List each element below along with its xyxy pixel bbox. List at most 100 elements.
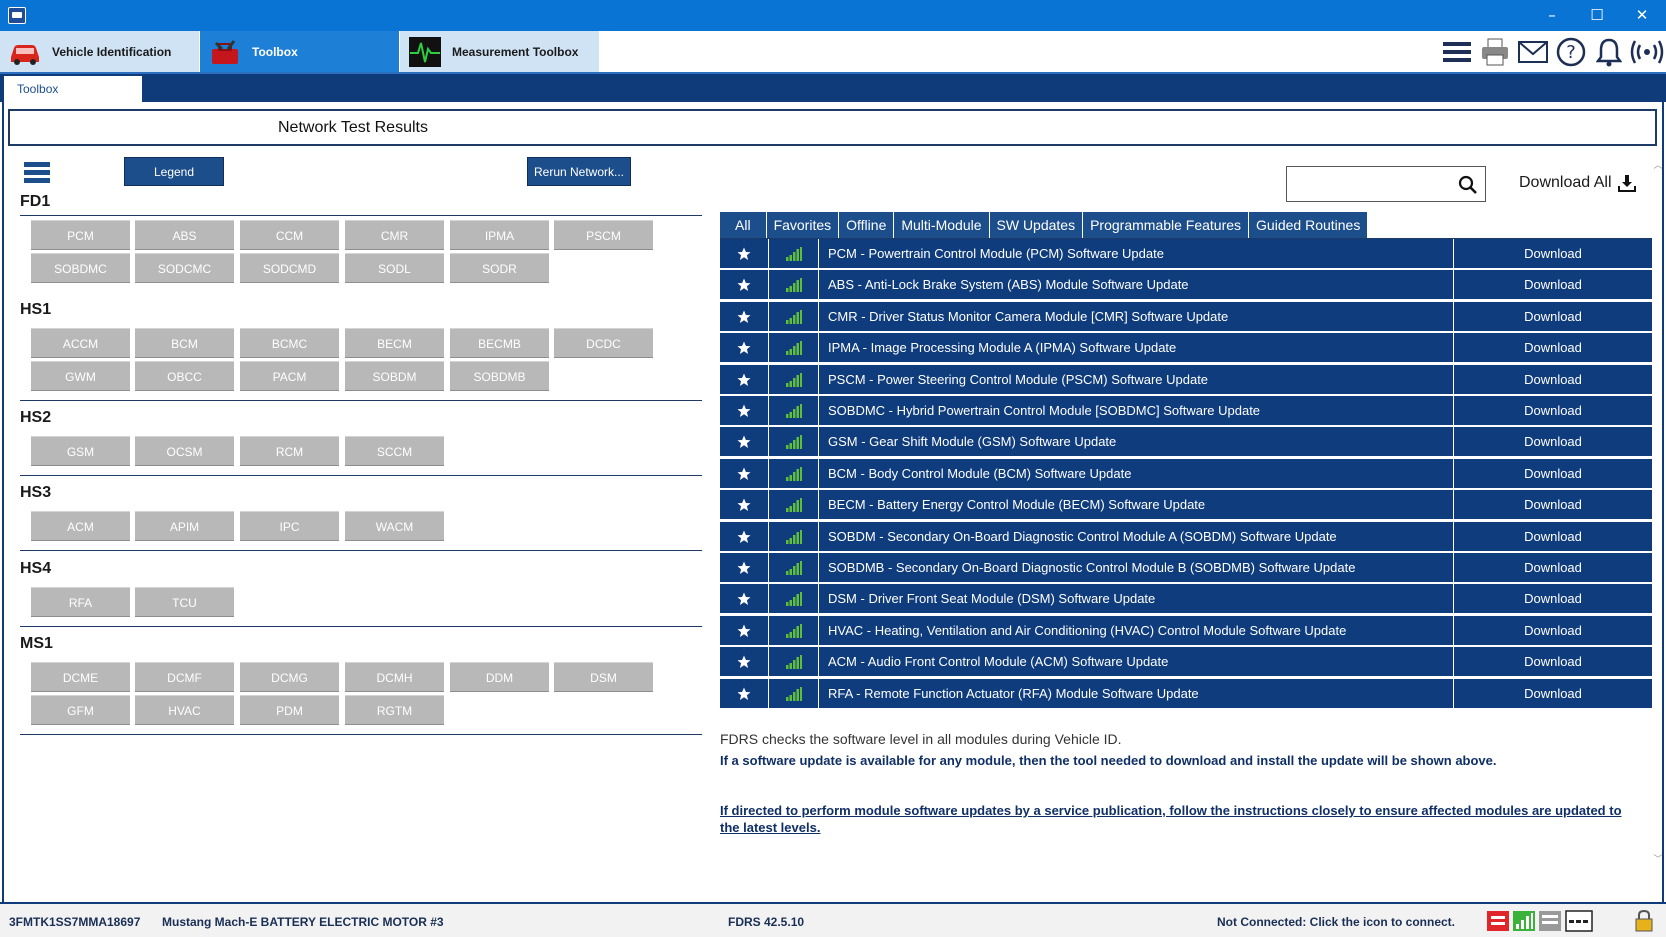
module-button-cmr[interactable]: CMR — [345, 220, 444, 250]
lock-icon[interactable] — [1632, 910, 1656, 932]
legend-button[interactable]: Legend — [124, 157, 224, 186]
module-button-gfm[interactable]: GFM — [31, 695, 130, 725]
module-button-wacm[interactable]: WACM — [345, 511, 444, 541]
module-button-dcme[interactable]: DCME — [31, 662, 130, 692]
update-row[interactable]: SOBDMB - Secondary On-Board Diagnostic C… — [720, 553, 1652, 583]
update-row[interactable]: HVAC - Heating, Ventilation and Air Cond… — [720, 615, 1652, 646]
search-box[interactable] — [1286, 166, 1486, 202]
download-button[interactable]: Download — [1453, 615, 1652, 646]
close-button[interactable]: ✕ — [1619, 0, 1665, 31]
wireless-icon[interactable] — [1628, 31, 1666, 72]
update-row[interactable]: SOBDM - Secondary On-Board Diagnostic Co… — [720, 521, 1652, 552]
favorite-star-icon[interactable] — [720, 647, 769, 678]
module-button-ipma[interactable]: IPMA — [450, 220, 549, 250]
module-button-ocsm[interactable]: OCSM — [135, 436, 234, 466]
update-row[interactable]: CMR - Driver Status Monitor Camera Modul… — [720, 301, 1652, 332]
filter-tab-sw-updates[interactable]: SW Updates — [989, 212, 1084, 238]
favorite-star-icon[interactable] — [720, 584, 769, 615]
printer-icon[interactable] — [1476, 31, 1514, 72]
search-input[interactable] — [1293, 173, 1453, 195]
subtab-toolbox[interactable]: Toolbox — [4, 76, 142, 102]
download-all-button[interactable]: Download All — [1519, 174, 1636, 192]
download-button[interactable]: Download — [1453, 458, 1652, 489]
download-button[interactable]: Download — [1453, 396, 1652, 426]
module-button-sccm[interactable]: SCCM — [345, 436, 444, 466]
rerun-network-button[interactable]: Rerun Network... — [527, 157, 631, 186]
favorite-star-icon[interactable] — [720, 333, 769, 364]
module-button-pscm[interactable]: PSCM — [554, 220, 653, 250]
signal-strength-icon[interactable] — [1512, 910, 1536, 932]
filter-tab-programmable-features[interactable]: Programmable Features — [1083, 212, 1250, 238]
module-button-sodr[interactable]: SODR — [450, 253, 549, 283]
module-button-apim[interactable]: APIM — [135, 511, 234, 541]
filter-tab-multi-module[interactable]: Multi-Module — [894, 212, 990, 238]
download-button[interactable]: Download — [1453, 521, 1652, 552]
favorite-star-icon[interactable] — [720, 396, 769, 426]
minimize-button[interactable]: – — [1529, 0, 1575, 31]
module-button-sodcmc[interactable]: SODCMC — [135, 253, 234, 283]
vci-red-icon[interactable] — [1486, 910, 1510, 932]
module-button-dcmh[interactable]: DCMH — [345, 662, 444, 692]
module-button-accm[interactable]: ACCM — [31, 328, 130, 358]
device-icon[interactable] — [1538, 910, 1562, 932]
download-button[interactable]: Download — [1453, 427, 1652, 458]
module-button-ddm[interactable]: DDM — [450, 662, 549, 692]
download-button[interactable]: Download — [1453, 584, 1652, 615]
dashes-icon[interactable] — [1565, 910, 1593, 932]
favorite-star-icon[interactable] — [720, 678, 769, 709]
download-button[interactable]: Download — [1453, 270, 1652, 301]
module-button-dsm[interactable]: DSM — [554, 662, 653, 692]
update-row[interactable]: RFA - Remote Function Actuator (RFA) Mod… — [720, 678, 1652, 709]
module-button-bcm[interactable]: BCM — [135, 328, 234, 358]
download-button[interactable]: Download — [1453, 553, 1652, 583]
module-button-dcmf[interactable]: DCMF — [135, 662, 234, 692]
download-button[interactable]: Download — [1453, 364, 1652, 395]
module-button-ipc[interactable]: IPC — [240, 511, 339, 541]
module-button-rfa[interactable]: RFA — [31, 587, 130, 617]
update-row[interactable]: GSM - Gear Shift Module (GSM) Software U… — [720, 427, 1652, 458]
module-button-rgtm[interactable]: RGTM — [345, 695, 444, 725]
module-button-ccm[interactable]: CCM — [240, 220, 339, 250]
favorite-star-icon[interactable] — [720, 521, 769, 552]
module-button-abs[interactable]: ABS — [135, 220, 234, 250]
module-button-pcm[interactable]: PCM — [31, 220, 130, 250]
module-button-pacm[interactable]: PACM — [240, 361, 339, 391]
filter-tab-favorites[interactable]: Favorites — [766, 212, 840, 238]
module-button-sobdmb[interactable]: SOBDMB — [450, 361, 549, 391]
module-button-dcmg[interactable]: DCMG — [240, 662, 339, 692]
module-button-becm[interactable]: BECM — [345, 328, 444, 358]
scroll-down-icon[interactable]: ﹀ — [1653, 854, 1663, 864]
module-button-hvac[interactable]: HVAC — [135, 695, 234, 725]
scrollbar[interactable]: ︿ ﹀ — [1653, 160, 1663, 870]
favorite-star-icon[interactable] — [720, 270, 769, 301]
favorite-star-icon[interactable] — [720, 615, 769, 646]
module-button-tcu[interactable]: TCU — [135, 587, 234, 617]
update-row[interactable]: IPMA - Image Processing Module A (IPMA) … — [720, 333, 1652, 364]
update-row[interactable]: BECM - Battery Energy Control Module (BE… — [720, 490, 1652, 521]
update-row[interactable]: ACM - Audio Front Control Module (ACM) S… — [720, 647, 1652, 678]
download-button[interactable]: Download — [1453, 678, 1652, 709]
favorite-star-icon[interactable] — [720, 458, 769, 489]
update-row[interactable]: DSM - Driver Front Seat Module (DSM) Sof… — [720, 584, 1652, 615]
mail-icon[interactable] — [1514, 31, 1552, 72]
module-button-sodl[interactable]: SODL — [345, 253, 444, 283]
module-button-pdm[interactable]: PDM — [240, 695, 339, 725]
module-button-sodcmd[interactable]: SODCMD — [240, 253, 339, 283]
favorite-star-icon[interactable] — [720, 490, 769, 521]
download-button[interactable]: Download — [1453, 647, 1652, 678]
favorite-star-icon[interactable] — [720, 239, 769, 269]
bell-icon[interactable] — [1590, 31, 1628, 72]
favorite-star-icon[interactable] — [720, 364, 769, 395]
update-row[interactable]: ABS - Anti-Lock Brake System (ABS) Modul… — [720, 270, 1652, 301]
tab-vehicle-identification[interactable]: Vehicle Identification — [0, 31, 200, 72]
module-button-sobdm[interactable]: SOBDM — [345, 361, 444, 391]
filter-tab-guided-routines[interactable]: Guided Routines — [1249, 212, 1369, 238]
download-button[interactable]: Download — [1453, 301, 1652, 332]
module-button-becmb[interactable]: BECMB — [450, 328, 549, 358]
download-button[interactable]: Download — [1453, 333, 1652, 364]
module-button-rcm[interactable]: RCM — [240, 436, 339, 466]
update-row[interactable]: BCM - Body Control Module (BCM) Software… — [720, 458, 1652, 489]
module-button-dcdc[interactable]: DCDC — [554, 328, 653, 358]
module-button-sobdmc[interactable]: SOBDMC — [31, 253, 130, 283]
list-view-icon[interactable] — [24, 162, 50, 184]
